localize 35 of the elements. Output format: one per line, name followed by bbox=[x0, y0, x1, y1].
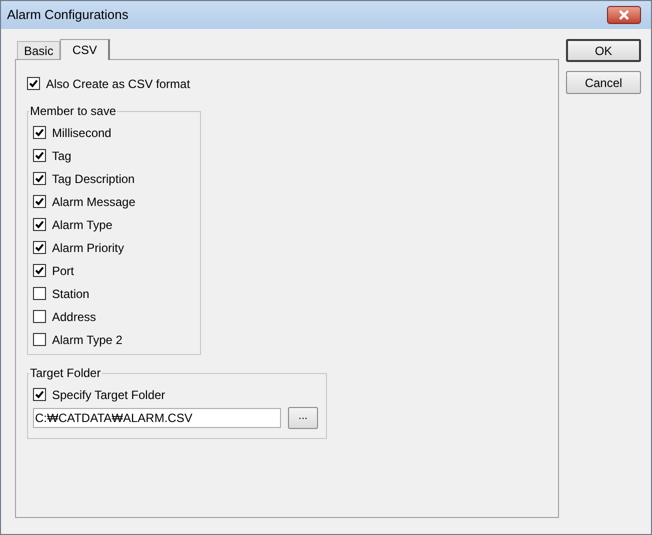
checkbox[interactable] bbox=[33, 126, 46, 139]
checkbox-label: Alarm Priority bbox=[52, 240, 124, 256]
browse-button[interactable]: ... bbox=[288, 407, 318, 429]
checkbox[interactable] bbox=[33, 287, 46, 300]
checkbox-label: Address bbox=[52, 308, 96, 326]
checkbox[interactable] bbox=[33, 333, 46, 346]
tab[interactable]: Basic bbox=[17, 41, 60, 59]
path-field[interactable]: C:₩CATDATA₩ALARM.CSV bbox=[33, 408, 281, 428]
checkbox[interactable] bbox=[33, 241, 46, 254]
tab[interactable]: CSV bbox=[60, 39, 110, 60]
checkbox-label: Tag bbox=[52, 148, 72, 164]
close-icon bbox=[618, 10, 630, 20]
checkbox-label: Station bbox=[52, 286, 90, 302]
checkbox[interactable] bbox=[33, 310, 46, 323]
checkbox[interactable] bbox=[33, 172, 46, 185]
checkbox-label: Alarm Message bbox=[52, 194, 136, 210]
window-title: Alarm Configurations bbox=[7, 6, 130, 24]
checkbox[interactable] bbox=[33, 218, 46, 231]
checkbox-label: Alarm Type bbox=[52, 216, 112, 234]
checkbox[interactable] bbox=[33, 149, 46, 162]
checkbox-label: Alarm Type 2 bbox=[52, 332, 122, 348]
checkbox[interactable] bbox=[33, 388, 46, 401]
group-title: Target Folder bbox=[29, 365, 102, 382]
checkbox[interactable] bbox=[33, 195, 46, 208]
checkbox-label: Millisecond bbox=[52, 124, 112, 142]
checkbox-label: Tag Description bbox=[52, 170, 135, 188]
checkbox[interactable] bbox=[33, 264, 46, 277]
dialog-button[interactable]: OK bbox=[566, 39, 641, 62]
checkbox[interactable] bbox=[27, 77, 40, 90]
checkbox-label: Also Create as CSV format bbox=[46, 76, 190, 92]
checkbox-label: Port bbox=[52, 262, 74, 280]
checkbox-label: Specify Target Folder bbox=[52, 386, 166, 404]
dialog-button[interactable]: Cancel bbox=[566, 71, 641, 94]
group-title: Member to save bbox=[29, 103, 118, 120]
close-button[interactable] bbox=[607, 6, 641, 24]
